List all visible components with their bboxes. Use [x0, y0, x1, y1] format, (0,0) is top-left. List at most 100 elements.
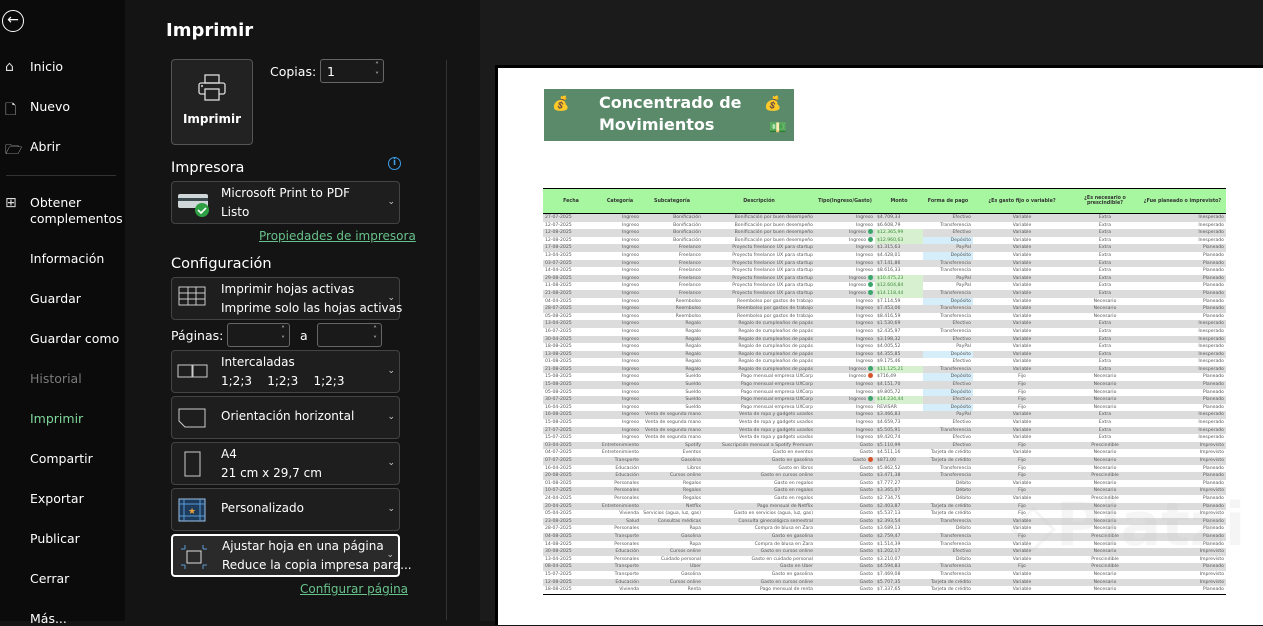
nav-exportar[interactable]: Exportar: [30, 491, 84, 506]
printer-properties-link[interactable]: Propiedades de impresora: [259, 229, 416, 243]
cell-monto: $2.759,47: [875, 532, 923, 541]
cell-fijo-variable: Fijo: [1018, 465, 1026, 471]
cell-categoria: Salud: [599, 517, 641, 526]
cell-forma-pago: Efectivo: [952, 359, 971, 365]
print-scope-dropdown[interactable]: Imprimir hojas activas Imprime solo las …: [171, 277, 402, 320]
cell-necesario: Extra: [1098, 435, 1112, 441]
orientation-dropdown[interactable]: Orientación horizontal ⌄: [171, 396, 400, 439]
cell-categoria: Ingreso: [599, 274, 641, 283]
cell-categoria: Ingreso: [622, 374, 639, 380]
cell-fijo-variable: Variable: [973, 411, 1071, 420]
table-row: 16-08-2025 Ingreso Venta de segunda mano Ve…: [543, 411, 1226, 420]
cell-necesario: Extra: [1098, 359, 1112, 365]
cell-subcategoria: Gasolina: [641, 532, 703, 541]
cell-fecha: 30-08-2025: [543, 548, 599, 556]
pages-to-input[interactable]: ˄ ˅: [317, 323, 382, 347]
cell-necesario: Extra: [1071, 335, 1139, 344]
cell-monto: $3.365,07: [875, 487, 923, 495]
table-row: 05-08-2025 Ingreso Sueldo Pago mensual empr…: [543, 388, 1226, 397]
info-icon[interactable]: i: [388, 157, 401, 170]
nav-abrir[interactable]: 🗁 Abrir: [5, 139, 60, 158]
cell-fijo-variable: Variable: [973, 335, 1071, 344]
cell-descripcion: Proyecto freelance UX para startup: [703, 274, 815, 283]
nav-informacion[interactable]: Información: [30, 251, 104, 266]
nav-complementos[interactable]: ⊞ Obtener complementos: [5, 195, 123, 227]
pages-from-input[interactable]: ˄ ˅: [227, 323, 290, 347]
cell-tipo: Ingreso: [856, 328, 873, 334]
collate-dropdown[interactable]: Intercaladas 1;2;3 1;2;3 1;2;3 ⌄: [171, 350, 400, 393]
nav-publicar[interactable]: Publicar: [30, 531, 80, 546]
cell-categoria: Ingreso: [622, 404, 639, 410]
cell-forma-pago: Transferencia: [923, 305, 973, 313]
cell-tipo: Ingreso: [815, 381, 875, 389]
cell-forma-pago: Transferencia: [923, 532, 973, 541]
cell-fijo-variable: Variable: [973, 578, 1071, 587]
table-row: 11-08-2025 Ingreso Freelance Proyecto freel…: [543, 282, 1226, 290]
nav-historial[interactable]: Historial: [30, 371, 82, 386]
nav-cerrar[interactable]: Cerrar: [30, 571, 69, 586]
cell-categoria: Educación: [599, 472, 641, 480]
table-row: 18-08-2025 Ingreso Regalo Regalo de cumplea…: [543, 343, 1226, 351]
nav-guardar-como[interactable]: Guardar como: [30, 331, 119, 346]
copies-stepper[interactable]: 1 ˄ ˅: [320, 59, 384, 83]
cell-fecha: 21-08-2025: [543, 289, 599, 298]
nav-mas[interactable]: Más...: [30, 611, 67, 626]
nav-inicio[interactable]: ⌂ Inicio: [5, 59, 63, 75]
margins-dropdown[interactable]: ★ Personalizado ⌄: [171, 488, 400, 531]
cell-monto: $4.005,52: [877, 344, 901, 350]
cell-tipo: Ingreso: [815, 213, 875, 222]
nav-nuevo[interactable]: 🗋 Nuevo: [5, 99, 70, 118]
cell-monto: $2.435,97: [877, 328, 901, 334]
cell-monto: $8.616,33: [877, 268, 901, 274]
nav-compartir[interactable]: Compartir: [30, 451, 93, 466]
cell-subcategoria: Reembolso: [641, 305, 703, 313]
nav-guardar[interactable]: Guardar: [30, 291, 81, 306]
cell-subcategoria: Regalo: [641, 365, 703, 374]
cell-fecha: 20-08-2025: [543, 472, 599, 480]
cell-tipo: Ingreso: [815, 335, 875, 344]
cell-subcategoria: Venta de segunda mano: [645, 420, 701, 426]
cell-necesario: Extra: [1098, 252, 1112, 258]
cell-fijo-variable: Fijo: [1018, 374, 1026, 380]
cell-necesario: Extra: [1071, 426, 1139, 435]
cell-descripcion: Proyecto freelance UX para startup: [703, 289, 815, 298]
cell-planeado: Inesperado: [1198, 435, 1224, 441]
cell-categoria: Ingreso: [622, 268, 639, 274]
money-icon: 💰: [552, 96, 570, 112]
cell-categoria: Ingreso: [599, 381, 641, 389]
cell-necesario: Extra: [1098, 222, 1112, 228]
print-button[interactable]: Imprimir: [171, 59, 253, 145]
cell-subcategoria: Cursos online: [641, 578, 703, 587]
nav-imprimir[interactable]: Imprimir: [30, 411, 83, 426]
cell-categoria: Personales: [614, 480, 639, 486]
cell-forma-pago: Transferencia: [940, 313, 971, 319]
printer-dropdown[interactable]: Microsoft Print to PDF Listo ⌄: [171, 181, 400, 224]
cell-categoria: Ingreso: [622, 252, 639, 258]
cell-fecha: 04-04-2025: [545, 298, 572, 304]
cell-descripcion: Venta de ropa y gadgets usados: [703, 411, 815, 420]
cell-fijo-variable: Variable: [1012, 480, 1032, 486]
cell-subcategoria: Regalo: [641, 335, 703, 344]
cell-subcategoria: Gasolina: [681, 571, 701, 577]
scaling-dropdown[interactable]: Ajustar hoja en una página Reduce la cop…: [171, 534, 412, 577]
page-setup-link[interactable]: Configurar página: [300, 582, 408, 596]
cell-tipo: Gasto: [859, 450, 873, 456]
cell-monto: $9.805,72: [877, 389, 901, 395]
stepper-arrows-icon[interactable]: ˄ ˅: [373, 325, 377, 345]
sheet-banner: 💰 💰 💵 Concentrado de Movimientos: [544, 89, 794, 141]
cell-descripcion: Pago mensual empresa UXCorp: [703, 396, 815, 404]
back-arrow-icon[interactable]: ←: [2, 10, 24, 32]
cell-forma-pago: Efectivo: [923, 320, 973, 328]
cell-planeado: Inesperado: [1139, 335, 1226, 344]
cell-monto: $12.604,84: [875, 282, 923, 290]
home-icon: ⌂: [5, 59, 14, 75]
cell-fecha: 12-08-2025: [543, 578, 599, 587]
cell-planeado: Planeado: [1202, 465, 1224, 471]
stepper-arrows-icon[interactable]: ˄ ˅: [281, 325, 285, 345]
paper-size-dropdown[interactable]: A4 21 cm x 29,7 cm ⌄: [171, 442, 400, 485]
cell-subcategoria: Sueldo: [685, 374, 701, 380]
stepper-arrows-icon[interactable]: ˄ ˅: [375, 61, 379, 81]
cell-subcategoria: Regalo: [685, 344, 701, 350]
cell-necesario: Necesario: [1093, 313, 1117, 319]
cell-fecha: 13-04-2025: [543, 320, 599, 328]
